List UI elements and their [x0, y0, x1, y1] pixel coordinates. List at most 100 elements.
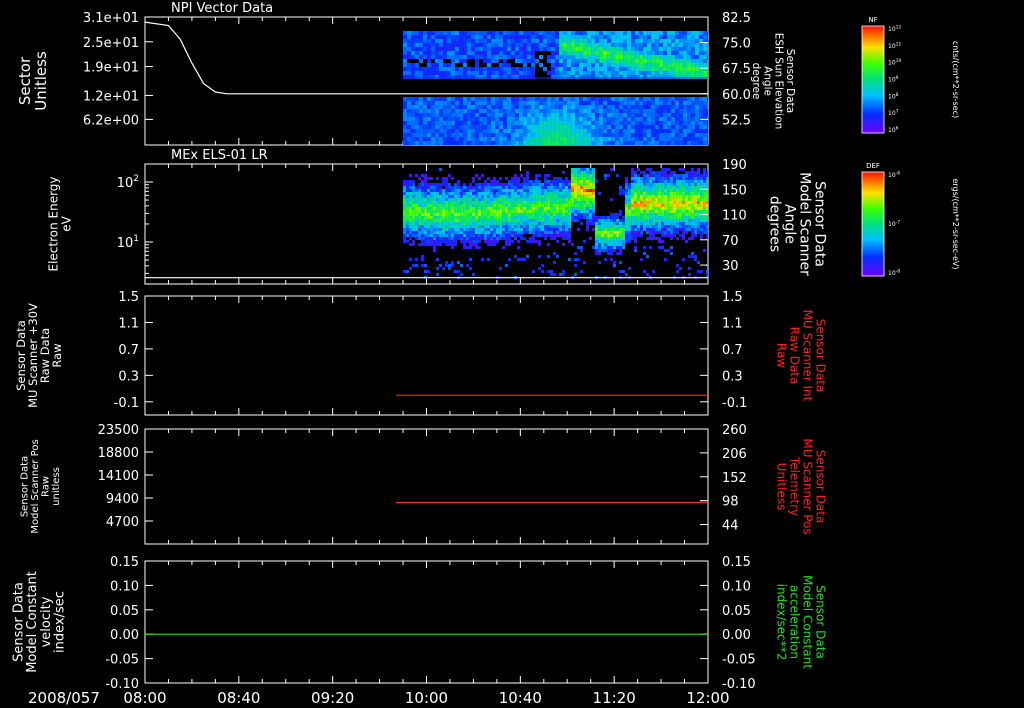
panel-4-left-tick-label: 9400	[106, 492, 139, 507]
time-tick-label: 11:20	[593, 689, 636, 707]
panel-1-spectrogram	[403, 31, 708, 145]
panel-3-right-label: Sensor DataMU Scanner IntRaw DataRaw	[775, 310, 828, 402]
panel-1-left-tick-label: 6.2e+00	[83, 113, 139, 128]
panel-5-left-tick-label: 0.15	[110, 555, 139, 570]
panel-4-right-tick-label: 44	[722, 519, 739, 534]
colorbar-2: DEF 10-6 10-7 10-8 ergs/(cm**2-sr-sec-eV)	[861, 162, 960, 278]
panel-2-left-label: Electron EnergyeV	[47, 176, 74, 271]
panel-5-right-tick-label: 0.10	[722, 579, 751, 594]
colorbar-2-tick-label: 10-7	[888, 220, 900, 229]
panel-1-right-tick-label: 67.5	[722, 62, 751, 77]
panel-4-frame	[144, 428, 709, 545]
panel-1-left-label: SectorUnitless	[16, 51, 50, 111]
panel-4: 23500 18800 14100 9400 4700 260 206 152 98 44 Sens…	[19, 423, 828, 545]
panel-3-left-tick-label: 0.3	[118, 369, 139, 384]
panel-2-right-tick-label: 70	[722, 234, 739, 249]
panel-3-right-tick-label: 1.5	[722, 290, 743, 305]
panel-3-left-axis: 1.5 1.1 0.7 0.3 -0.1	[114, 290, 153, 411]
time-tick-label: 08:00	[123, 689, 166, 707]
time-tick-label: 12:00	[686, 689, 729, 707]
panel-3-left-tick-label: -0.1	[114, 396, 139, 411]
time-tick-label: 08:40	[217, 689, 260, 707]
time-tick-label: 10:40	[499, 689, 542, 707]
panel-2-left-tick-label: 101	[117, 234, 139, 251]
date-label: 2008/057	[28, 689, 100, 707]
panel-5-time-ticks	[144, 561, 709, 683]
colorbar-2-tick-label: 10-8	[888, 269, 900, 278]
panel-5-frame	[144, 560, 709, 684]
panel-1-left-tick-label: 2.5e+01	[83, 36, 139, 51]
panel-3-right-tick-label: -0.1	[722, 396, 747, 411]
panel-5-right-label: Sensor DataModel Constantaccelerationind…	[775, 575, 828, 669]
panel-2-right-tick-label: 190	[722, 158, 747, 173]
panel-5-left-tick-label: -0.05	[105, 653, 139, 668]
panel-5-right-tick-label: 0.05	[722, 604, 751, 619]
panel-1-left-tick-label: 1.9e+01	[83, 61, 139, 76]
panel-2-right-label: Sensor DataModel ScannerAngledegrees	[766, 172, 827, 276]
panel-4-right-tick-label: 152	[722, 471, 747, 486]
panel-4-right-axis: 260 206 152 98 44	[700, 423, 747, 534]
colorbar-1-tick-label: 108	[888, 92, 899, 101]
colorbar-2-label: DEF	[866, 162, 880, 170]
panel-2-right-tick-label: 110	[722, 209, 747, 224]
panel-3-frame	[144, 295, 709, 416]
panel-5-left-tick-label: 0.05	[110, 604, 139, 619]
panel-3-right-axis: 1.5 1.1 0.7 0.3 -0.1	[700, 290, 747, 411]
panel-3-left-tick-label: 1.5	[118, 290, 139, 305]
panel-3-time-ticks	[144, 296, 709, 415]
panel-2: MEx ELS-01 LR 102 101 190 150 110 70 30 Electron…	[47, 148, 828, 285]
panel-1-left-axis: 3.1e+01 2.5e+01 1.9e+01 1.2e+01 6.2e+00	[83, 11, 153, 128]
panel-3-right-tick-label: 1.1	[722, 316, 743, 331]
time-axis: 2008/057 08:00 08:40 09:20 10:00 10:40 11:20 12…	[28, 689, 730, 707]
panel-2-left-tick-label: 102	[117, 174, 139, 191]
panel-5-left-label: Sensor DataModel Constantvelocityindex/s…	[12, 571, 68, 673]
panel-5: 0.150.100.050.00-0.05-0.100.150.100.050.…	[12, 555, 828, 692]
panel-4-time-ticks	[144, 429, 709, 544]
panel-5-right-tick-label: 0.00	[722, 628, 751, 643]
panel-3-right-tick-label: 0.7	[722, 343, 743, 358]
colorbar-1-tick-label: 107	[888, 109, 899, 118]
panel-4-left-tick-label: 23500	[98, 423, 139, 438]
panel-3-left-tick-label: 1.1	[118, 316, 139, 331]
panel-1-left-tick-label: 3.1e+01	[83, 11, 139, 26]
panel-2-right-tick-label: 150	[722, 183, 747, 198]
panel-5-left-axis: 0.150.100.050.00-0.05-0.10	[105, 555, 153, 692]
colorbar-1-label: NF	[868, 16, 877, 24]
colorbar-1-tick-label: 1012	[888, 25, 902, 34]
colorbar-2-units: ergs/(cm**2-sr-sec-eV)	[951, 178, 960, 269]
panel-1-title: NPI Vector Data	[171, 1, 273, 16]
colorbar-1: NF 1012 1011 1010 109 108 107 106 cnts/(cm**2-sr…	[861, 16, 960, 135]
panel-4-left-tick-label: 4700	[106, 515, 139, 530]
panel-5-right-tick-label: -0.05	[722, 653, 756, 668]
panel-3-left-label: Sensor DataMU Scanner +30VRaw DataRaw	[14, 303, 64, 408]
time-tick-label: 10:00	[405, 689, 448, 707]
panel-2-spectrogram	[403, 168, 708, 279]
panel-4-right-tick-label: 206	[722, 447, 747, 462]
panel-4-right-tick-label: 260	[722, 423, 747, 438]
panel-3: 1.5 1.1 0.7 0.3 -0.1 1.5 1.1 0.7 0.3 -0.1 Sensor D…	[14, 290, 828, 416]
panel-1-right-tick-label: 52.5	[722, 113, 751, 128]
panel-2-left-axis: 102 101	[117, 174, 153, 285]
panel-2-title: MEx ELS-01 LR	[171, 148, 268, 163]
colorbar-1-units: cnts/(cm**2-sr-sec)	[951, 41, 960, 118]
panel-5-left-tick-label: 0.00	[110, 628, 139, 643]
panel-1-right-tick-label: 60.0	[722, 88, 751, 103]
panel-4-right-label: Sensor DataMU Scanner PosTelemetryUnitle…	[775, 438, 828, 534]
panel-5-left-tick-label: 0.10	[110, 579, 139, 594]
colorbar-2-tick-label: 10-6	[888, 171, 900, 180]
colorbar-1-tick-label: 109	[888, 75, 899, 84]
panel-5-right-tick-label: 0.15	[722, 555, 751, 570]
colorbar-1-tick-label: 1011	[888, 41, 902, 50]
panel-3-right-tick-label: 0.3	[722, 369, 743, 384]
panel-4-left-label: Sensor DataModel Scanner PosRawunitless	[19, 439, 62, 533]
panel-2-right-tick-label: 30	[722, 259, 739, 274]
panel-4-left-tick-label: 14100	[98, 469, 139, 484]
panel-4-right-tick-label: 98	[722, 495, 739, 510]
time-tick-label: 09:20	[311, 689, 354, 707]
panel-1-right-tick-label: 75.0	[722, 37, 751, 52]
panel-1: NPI Vector Data 3.1e+01 2.5e+01 1.9e+01 1.2e…	[16, 1, 796, 146]
panel-1-left-tick-label: 1.2e+01	[83, 89, 139, 104]
colorbar-1-tick-label: 106	[888, 126, 899, 135]
stacked-timeseries-plot: NPI Vector Data 3.1e+01 2.5e+01 1.9e+01 1.2e…	[12, 1, 960, 707]
colorbar-1-tick-label: 1010	[888, 58, 902, 67]
